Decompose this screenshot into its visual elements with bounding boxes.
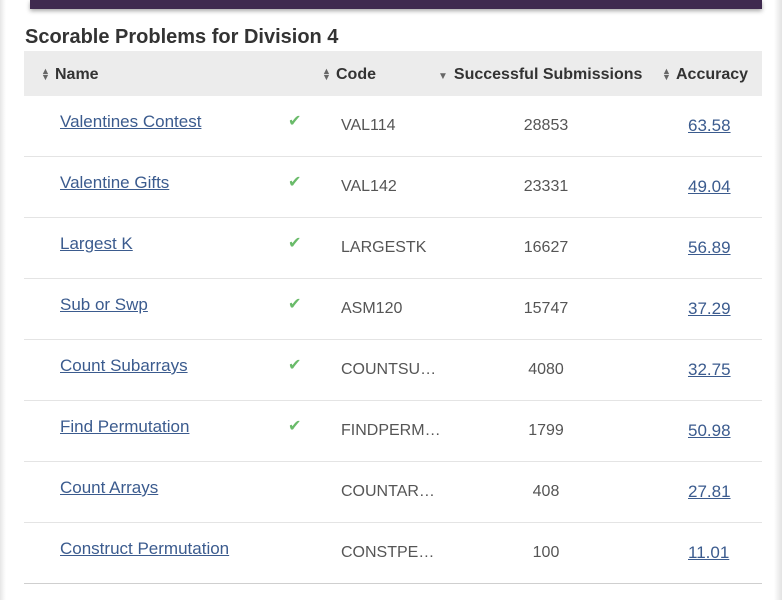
check-icon: ✔ [288,418,302,435]
table-body: Valentines Contest ✔ VAL114 28853 63.58 … [24,96,762,584]
section-title: Scorable Problems for Division 4 [25,26,339,48]
accuracy-link[interactable]: 37.29 [688,299,731,319]
accuracy-link[interactable]: 63.58 [688,116,731,136]
header-accuracy-label: Accuracy [676,66,749,83]
sort-desc-icon: ▼ [438,70,448,82]
table-row: Find Permutation ✔ FINDPERMUT 1799 50.98 [24,401,762,462]
table-row: Count Arrays COUNTARRAYS 408 27.81 [24,462,762,523]
problem-code: CONSTPERM [341,544,441,561]
problem-name-link[interactable]: Sub or Swp [60,295,148,315]
accuracy-link[interactable]: 11.01 [688,543,729,563]
problem-name-link[interactable]: Count Subarrays [60,356,188,376]
check-icon: ✔ [288,235,302,252]
header-submissions[interactable]: ▼ Successful Submissions [438,51,642,96]
problem-code: FINDPERMUT [341,422,441,439]
sort-icon: ▲ ▼ [322,65,331,82]
problem-name-link[interactable]: Largest K [60,234,133,254]
check-icon: ✔ [288,357,302,374]
problem-name-link[interactable]: Construct Permutation [60,539,229,559]
left-edge-shadow [0,0,6,600]
accuracy-link[interactable]: 56.89 [688,238,731,258]
header-code[interactable]: ▲ ▼ Code [322,51,376,96]
sort-icon: ▲ ▼ [662,65,671,82]
table-row: Count Subarrays ✔ COUNTSUBARR 4080 32.75 [24,340,762,401]
right-edge-shadow [774,0,782,600]
problem-name-link[interactable]: Valentine Gifts [60,173,169,193]
check-icon: ✔ [288,296,302,313]
check-icon: ✔ [288,174,302,191]
header-code-label: Code [336,66,376,83]
header-name[interactable]: ▲ ▼ Name [41,51,99,96]
successful-submissions: 4080 [528,361,564,378]
successful-submissions: 408 [532,483,560,500]
problem-name-link[interactable]: Valentines Contest [60,112,201,132]
header-name-label: Name [55,66,99,83]
table-row: Valentines Contest ✔ VAL114 28853 63.58 [24,96,762,157]
successful-submissions: 15747 [523,300,569,317]
table-header: ▲ ▼ Name ▲ ▼ Code ▼ Successful Submissions ▲ ▼… [24,51,762,96]
problem-name-link[interactable]: Count Arrays [60,478,158,498]
problem-code: VAL142 [341,178,397,195]
header-accuracy[interactable]: ▲ ▼ Accuracy [662,51,748,96]
successful-submissions: 23331 [523,178,569,195]
successful-submissions: 100 [532,544,560,561]
header-submissions-label: Successful Submissions [453,66,643,83]
accuracy-link[interactable]: 49.04 [688,177,731,197]
page: Scorable Problems for Division 4 ▲ ▼ Name … [0,0,782,600]
problems-table: ▲ ▼ Name ▲ ▼ Code ▼ Successful Submissions ▲ ▼… [24,51,762,584]
problem-name-link[interactable]: Find Permutation [60,417,189,437]
problem-code: ASM120 [341,300,403,317]
top-banner-bar [30,0,762,9]
table-row: Sub or Swp ✔ ASM120 15747 37.29 [24,279,762,340]
accuracy-link[interactable]: 32.75 [688,360,731,380]
successful-submissions: 16627 [523,239,569,256]
accuracy-link[interactable]: 50.98 [688,421,731,441]
problem-code: LARGESTK [341,239,427,256]
table-row: Construct Permutation CONSTPERM 100 11.0… [24,523,762,584]
table-row: Largest K ✔ LARGESTK 16627 56.89 [24,218,762,279]
accuracy-link[interactable]: 27.81 [688,482,731,502]
problem-code: VAL114 [341,117,396,134]
sort-icon: ▲ ▼ [41,65,50,82]
check-icon: ✔ [288,113,302,130]
problem-code: COUNTARRAYS [341,483,441,500]
problem-code: COUNTSUBARR [341,361,441,378]
successful-submissions: 28853 [523,117,569,134]
table-row: Valentine Gifts ✔ VAL142 23331 49.04 [24,157,762,218]
successful-submissions: 1799 [528,422,564,439]
